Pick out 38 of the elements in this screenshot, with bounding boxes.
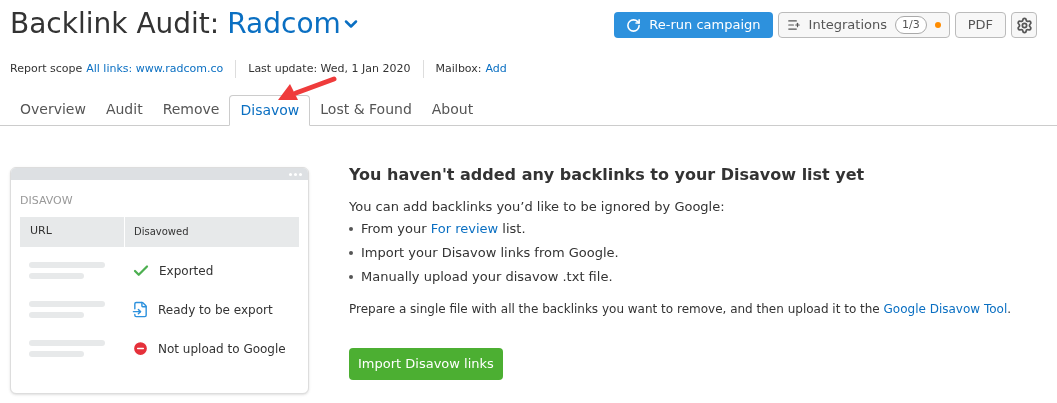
refresh-icon xyxy=(626,17,642,33)
no-entry-icon xyxy=(132,340,149,357)
settings-icon xyxy=(1015,16,1033,34)
page-title: Backlink Audit: xyxy=(10,6,220,42)
import-button[interactable]: Import Disavow links xyxy=(349,348,503,380)
list-item-text: Manually upload your disavow .txt file. xyxy=(361,268,613,286)
status-label: Ready to be export xyxy=(158,301,273,319)
tab[interactable]: Overview xyxy=(10,94,96,125)
rerun-button[interactable]: Re-run campaign xyxy=(614,12,773,38)
file-import-icon xyxy=(132,301,149,318)
status-label: Exported xyxy=(159,262,214,280)
scope-label: Report scope xyxy=(10,60,83,77)
project-dropdown[interactable]: Radcom xyxy=(227,2,361,46)
tab[interactable]: Remove xyxy=(152,94,230,125)
for-review-link[interactable]: For review xyxy=(430,221,499,236)
pdf-button[interactable]: PDF xyxy=(954,12,1006,38)
list-item-text: Import your Disavow links from Google. xyxy=(361,244,619,262)
mailbox-label: Mailbox: xyxy=(435,60,482,77)
column-header: Disavowed xyxy=(125,216,299,247)
arrow-annotation xyxy=(276,76,338,102)
settings-button[interactable] xyxy=(1011,12,1037,38)
list-item-text: From your For review list. xyxy=(361,220,526,238)
count-badge: 1/3 xyxy=(894,15,927,35)
integrations-button[interactable]: Integrations 1/3 xyxy=(777,12,950,38)
last-update-text: Last update: Wed, 1 Jan 2020 xyxy=(248,60,411,77)
scope-link[interactable]: All links: www.radcom.co xyxy=(86,60,224,78)
empty-state-heading: You haven't added any backlinks to your Disavow list yet xyxy=(349,166,866,184)
mailbox-link[interactable]: Add xyxy=(485,60,507,78)
instructions-text: Prepare a single file with all the backlinks you want to remove, and then upload it to the Google Disavow Tool. xyxy=(349,301,1012,318)
list-add-icon xyxy=(786,18,801,32)
status-label: Not upload to Google xyxy=(158,340,286,358)
tab[interactable]: Lost & Found xyxy=(310,94,422,125)
intro-text: You can add backlinks you’d like to be ignored by Google: xyxy=(349,198,726,216)
column-header: URL xyxy=(20,216,124,247)
tab[interactable]: Disavow xyxy=(229,95,311,126)
tab[interactable]: Audit xyxy=(95,94,153,125)
card-title: DISAVOW xyxy=(19,193,74,209)
tab[interactable]: About xyxy=(421,94,484,125)
